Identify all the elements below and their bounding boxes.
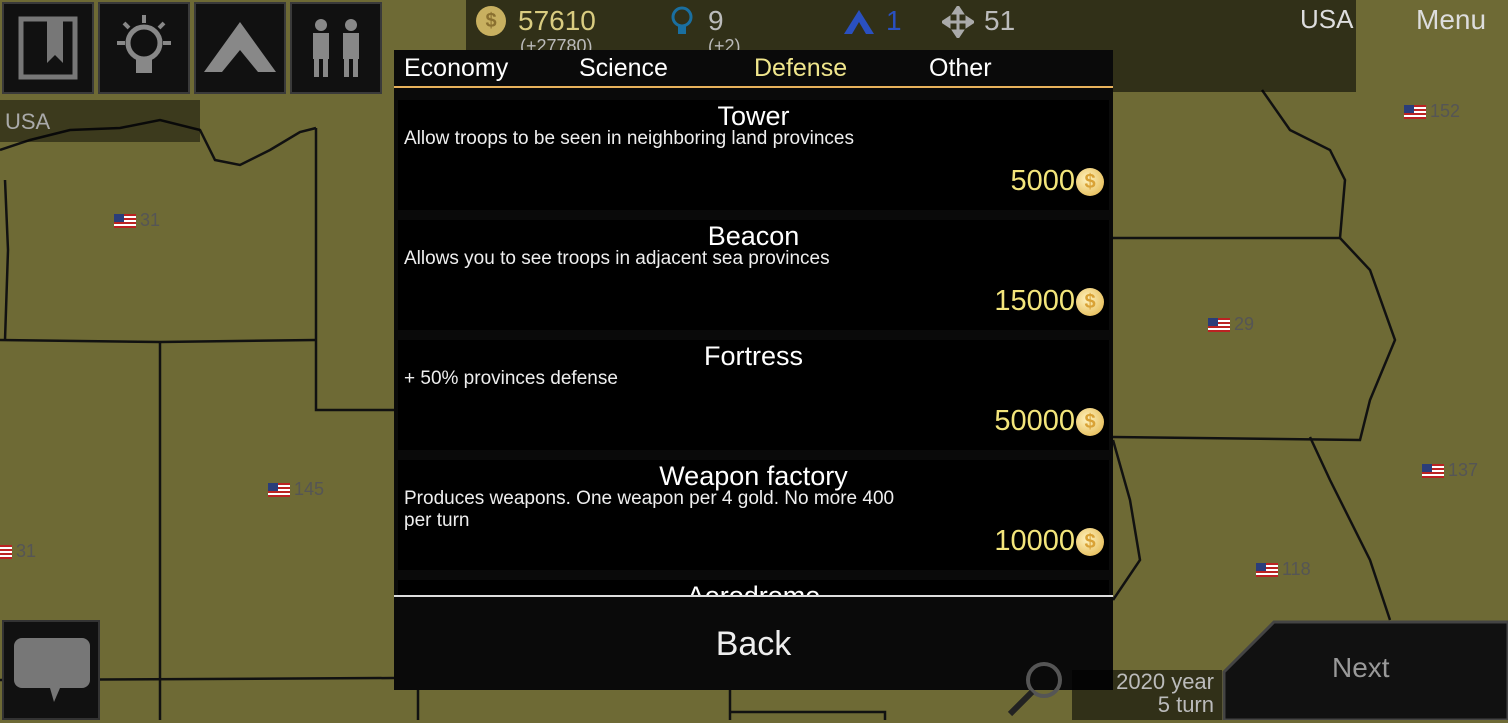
- coin-icon: $: [1076, 288, 1104, 316]
- chat-bubble-icon: [14, 638, 90, 702]
- army-icon: [844, 10, 874, 34]
- province-marker[interactable]: 152: [1404, 101, 1460, 122]
- coin-icon: $: [1076, 168, 1104, 196]
- turn-info: 2020 year 5 turn: [1072, 670, 1222, 720]
- coin-icon: $: [1076, 408, 1104, 436]
- bookmark-button[interactable]: [2, 2, 94, 94]
- lightbulb-icon: [671, 6, 693, 34]
- science-value: 9: [708, 5, 724, 36]
- building-description: Allows you to see troops in adjacent sea…: [404, 248, 830, 269]
- building-title: Aerodrome: [686, 581, 821, 596]
- province-marker[interactable]: 145: [268, 479, 324, 500]
- province-marker[interactable]: 137: [1422, 460, 1478, 481]
- building-description: + 50% provinces defense: [404, 368, 618, 389]
- next-turn-label[interactable]: Next: [1332, 652, 1390, 684]
- province-marker[interactable]: 118: [1256, 559, 1311, 580]
- gold-icon: $: [476, 6, 506, 36]
- chevron-up-icon: [204, 22, 276, 72]
- province-marker[interactable]: 31: [0, 541, 36, 562]
- building-description: Allow troops to be seen in neighboring l…: [404, 128, 854, 149]
- building-price: 50000: [994, 405, 1075, 437]
- army-button[interactable]: [194, 2, 286, 94]
- coin-icon: $: [1076, 528, 1104, 556]
- flag-icon: [1256, 562, 1278, 577]
- selected-country-label: USA: [0, 100, 200, 142]
- year-label: 2020 year: [1116, 669, 1214, 694]
- province-marker[interactable]: 29: [1208, 314, 1254, 335]
- building-price: 15000: [994, 285, 1075, 317]
- divider: [394, 595, 1113, 597]
- building-list[interactable]: Tower Allow troops to be seen in neighbo…: [398, 100, 1109, 596]
- army-value: 1: [886, 5, 902, 36]
- tab-other[interactable]: Other: [929, 52, 992, 84]
- flag-icon: [1208, 317, 1230, 332]
- movement-value: 51: [984, 5, 1016, 36]
- chat-button[interactable]: [2, 620, 100, 720]
- building-card-weapon-factory[interactable]: Weapon factory Produces weapons. One wea…: [398, 460, 1109, 570]
- magnifier-icon[interactable]: [1004, 658, 1068, 720]
- province-marker[interactable]: 31: [114, 210, 160, 231]
- turn-label: 5 turn: [1157, 692, 1214, 717]
- science-button[interactable]: [98, 2, 190, 94]
- build-panel: Economy Science Defense Other Tower Allo…: [394, 50, 1113, 690]
- people-icon: [313, 19, 359, 77]
- building-price: 5000: [1010, 165, 1075, 197]
- gold-value: 57610: [518, 5, 596, 36]
- building-description: Produces weapons. One weapon per 4 gold.…: [404, 488, 895, 531]
- flag-icon: [1422, 463, 1444, 478]
- country-name: USA: [1300, 4, 1354, 34]
- flag-icon: [114, 213, 136, 228]
- building-card-aerodrome[interactable]: Aerodrome: [398, 580, 1109, 596]
- population-button[interactable]: [290, 2, 382, 94]
- category-tabs: Economy Science Defense Other: [394, 50, 1113, 88]
- building-price: 10000: [994, 525, 1075, 557]
- tab-economy[interactable]: Economy: [404, 52, 508, 84]
- tab-defense[interactable]: Defense: [754, 52, 847, 84]
- flag-icon: [1404, 104, 1426, 119]
- building-card-beacon[interactable]: Beacon Allows you to see troops in adjac…: [398, 220, 1109, 330]
- menu-button[interactable]: Menu: [1416, 4, 1486, 36]
- movement-icon: [942, 6, 974, 38]
- tab-science[interactable]: Science: [579, 52, 668, 84]
- building-card-fortress[interactable]: Fortress + 50% provinces defense 50000 $: [398, 340, 1109, 450]
- lightbulb-icon: [117, 15, 171, 73]
- bookmark-icon: [18, 16, 78, 80]
- building-card-tower[interactable]: Tower Allow troops to be seen in neighbo…: [398, 100, 1109, 210]
- flag-icon: [268, 482, 290, 497]
- flag-icon: [0, 544, 12, 559]
